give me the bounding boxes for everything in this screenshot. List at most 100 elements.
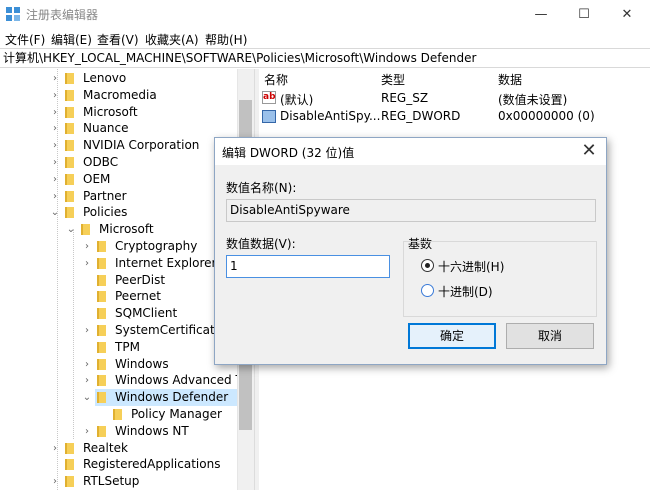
hex-radio-label[interactable]: 十六进制(H): [438, 258, 504, 275]
chevron-right-icon[interactable]: ›: [50, 171, 60, 188]
column-header-data[interactable]: 数据: [498, 71, 522, 88]
chevron-right-icon[interactable]: ›: [50, 440, 60, 457]
folder-icon: [97, 308, 106, 320]
chevron-down-icon[interactable]: ⌄: [66, 221, 76, 238]
tree-node[interactable]: › Windows Advanced T: [85, 372, 254, 389]
window-title: 注册表编辑器: [26, 8, 99, 22]
folder-icon: [97, 291, 106, 303]
chevron-right-icon[interactable]: ›: [50, 70, 60, 87]
folder-icon: [97, 274, 106, 286]
tree-node-label: Windows: [115, 356, 169, 371]
chevron-right-icon[interactable]: ›: [50, 188, 60, 205]
folder-icon: [97, 341, 106, 353]
value-name: (默认): [280, 93, 314, 107]
ok-button[interactable]: 确定: [408, 323, 496, 349]
folder-icon: [65, 89, 74, 101]
tree-node-label: NVIDIA Corporation: [83, 138, 200, 153]
folder-icon: [65, 140, 74, 152]
decimal-radio-button[interactable]: [421, 284, 434, 297]
tree-node[interactable]: ⌄ Policies: [51, 204, 233, 221]
menu-help[interactable]: 帮助(H): [205, 31, 247, 48]
chevron-right-icon[interactable]: ›: [82, 423, 92, 440]
tree-node[interactable]: › NVIDIA Corporation: [53, 137, 233, 154]
close-window-button[interactable]: ✕: [605, 0, 649, 29]
tree-node[interactable]: › OEM: [53, 171, 233, 188]
tree-node[interactable]: › Microsoft: [53, 104, 233, 121]
folder-icon: [65, 459, 74, 471]
tree-node[interactable]: ⌄ Windows Defender: [83, 389, 245, 407]
chevron-right-icon[interactable]: ›: [50, 137, 60, 154]
tree-node-label: Peernet: [115, 289, 161, 304]
value-data: (数值未设置): [498, 93, 568, 107]
cancel-button[interactable]: 取消: [506, 323, 594, 349]
folder-icon: [65, 476, 74, 488]
menu-edit[interactable]: 编辑(E): [51, 31, 92, 48]
chevron-right-icon[interactable]: ›: [50, 120, 60, 137]
folder-icon: [97, 392, 106, 404]
folder-icon: [65, 106, 74, 118]
chevron-right-icon[interactable]: ›: [82, 356, 92, 373]
tree-node-label: Nuance: [83, 121, 129, 136]
menu-view[interactable]: 查看(V): [97, 31, 139, 48]
tree-node[interactable]: › Windows NT: [85, 423, 254, 440]
chevron-down-icon[interactable]: ⌄: [82, 389, 92, 406]
chevron-right-icon[interactable]: ›: [82, 255, 92, 272]
column-header-name[interactable]: 名称: [264, 71, 288, 88]
chevron-right-icon[interactable]: ›: [50, 87, 60, 104]
folder-icon: [65, 442, 74, 454]
tree-node-label: PeerDist: [115, 272, 166, 287]
chevron-right-icon[interactable]: ›: [82, 372, 92, 389]
tree-node[interactable]: › ODBC: [53, 154, 233, 171]
column-header-type[interactable]: 类型: [381, 71, 405, 88]
menu-bar: 文件(F) 编辑(E) 查看(V) 收藏夹(A) 帮助(H): [0, 29, 650, 48]
tree-node-label: RegisteredApplications: [83, 457, 221, 472]
address-bar[interactable]: 计算机\HKEY_LOCAL_MACHINE\SOFTWARE\Policies…: [0, 48, 650, 68]
folder-icon: [97, 358, 106, 370]
chevron-right-icon[interactable]: ›: [50, 154, 60, 171]
tree-node[interactable]: › Realtek: [53, 440, 233, 457]
tree-node[interactable]: › RTLSetup: [53, 473, 233, 490]
value-data-input[interactable]: 1: [226, 255, 390, 278]
tree-node-label: Microsoft: [83, 104, 138, 119]
chevron-right-icon[interactable]: ›: [50, 473, 60, 490]
tree-node[interactable]: › Partner: [53, 188, 233, 205]
edit-dword-dialog: 编辑 DWORD (32 位)值 ✕ 数值名称(N): DisableAntiS…: [214, 137, 607, 365]
regedit-app-icon: [6, 7, 20, 21]
tree-node[interactable]: › Nuance: [53, 120, 233, 137]
maximize-button[interactable]: ☐: [562, 0, 606, 29]
tree-node-label: ODBC: [83, 155, 119, 169]
folder-icon: [65, 190, 74, 202]
value-type: REG_DWORD: [381, 109, 461, 123]
string-value-icon: ab: [262, 91, 276, 104]
hex-radio-button[interactable]: [421, 259, 434, 272]
chevron-right-icon[interactable]: ›: [82, 238, 92, 255]
tree-node[interactable]: › Lenovo: [53, 70, 233, 87]
chevron-down-icon[interactable]: ⌄: [50, 204, 60, 221]
folder-icon: [113, 409, 122, 420]
tree-node-label: Windows NT: [115, 423, 189, 438]
value-name-label: 数值名称(N):: [226, 181, 297, 195]
folder-icon: [97, 375, 106, 387]
folder-icon: [65, 173, 74, 185]
binary-value-icon: [262, 110, 276, 123]
value-name-field[interactable]: DisableAntiSpyware: [226, 199, 596, 222]
tree-node[interactable]: RegisteredApplications: [63, 456, 233, 473]
folder-icon: [97, 425, 106, 437]
dialog-title: 编辑 DWORD (32 位)值: [222, 146, 355, 160]
menu-file[interactable]: 文件(F): [5, 31, 45, 48]
tree-node-label: Realtek: [83, 440, 128, 455]
minimize-button[interactable]: —: [519, 0, 563, 29]
value-name: DisableAntiSpy...: [280, 109, 381, 123]
tree-node[interactable]: › Macromedia: [53, 87, 233, 104]
dialog-title-bar: 编辑 DWORD (32 位)值 ✕: [215, 138, 606, 165]
chevron-right-icon[interactable]: ›: [82, 322, 92, 339]
folder-icon: [65, 157, 74, 168]
chevron-right-icon[interactable]: ›: [50, 104, 60, 121]
tree-node-label: Cryptography: [115, 239, 198, 253]
decimal-radio-label[interactable]: 十进制(D): [438, 283, 493, 300]
base-groupbox: [403, 241, 597, 317]
dialog-close-button[interactable]: ✕: [578, 140, 600, 162]
folder-icon: [65, 73, 74, 84]
tree-node[interactable]: Policy Manager: [111, 406, 254, 423]
menu-favorites[interactable]: 收藏夹(A): [145, 31, 199, 48]
